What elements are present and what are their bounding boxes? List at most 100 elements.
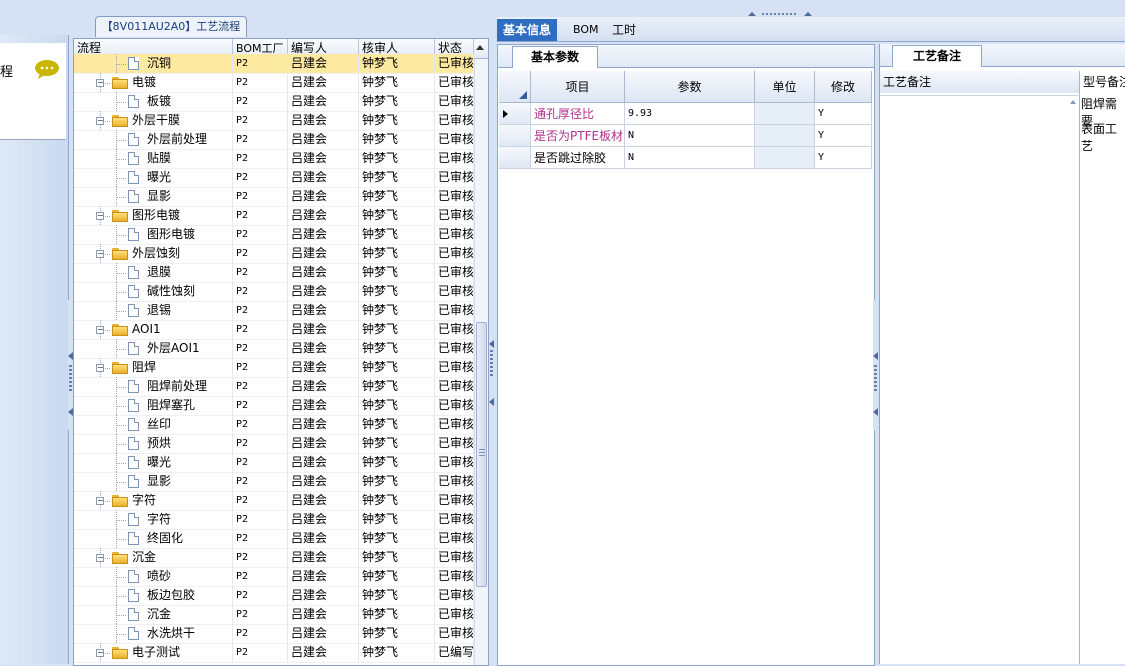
tree-step-row[interactable]: 沉金 P2 吕建会 钟梦飞 已审核: [74, 605, 474, 625]
collapse-toggle-icon[interactable]: −: [96, 364, 104, 372]
tree-step-row[interactable]: 预烘 P2 吕建会 钟梦飞 已审核: [74, 434, 474, 454]
tree-step-row[interactable]: 丝印 P2 吕建会 钟梦飞 已审核: [74, 415, 474, 435]
scrollbar-thumb[interactable]: [476, 322, 487, 587]
tree-name-cell[interactable]: − 电镀: [74, 73, 233, 92]
tree-step-row[interactable]: 阻焊前处理 P2 吕建会 钟梦飞 已审核: [74, 377, 474, 397]
tree-name-cell[interactable]: − 电子测试: [74, 643, 233, 662]
tree-name-cell[interactable]: 曝光: [74, 168, 233, 187]
col-header-model-notes[interactable]: 型号备注: [1080, 71, 1125, 93]
row-indicator[interactable]: [499, 125, 531, 147]
tree-group-row[interactable]: − 电镀 P2 吕建会 钟梦飞 已审核: [74, 73, 474, 93]
tree-step-row[interactable]: 喷砂 P2 吕建会 钟梦飞 已审核: [74, 567, 474, 587]
tree-title-tab[interactable]: 【8V011AU2A0】工艺流程: [95, 16, 247, 37]
tree-name-cell[interactable]: − AOI1: [74, 320, 233, 339]
tab-work-hours[interactable]: 工时: [606, 19, 642, 41]
tree-step-row[interactable]: 贴膜 P2 吕建会 钟梦飞 已审核: [74, 149, 474, 169]
col-header-param[interactable]: 参数: [625, 71, 755, 103]
tree-name-cell[interactable]: 终固化: [74, 529, 233, 548]
tree-name-cell[interactable]: 曝光: [74, 453, 233, 472]
tree-name-cell[interactable]: − 外层干膜: [74, 111, 233, 130]
tree-name-cell[interactable]: 显影: [74, 187, 233, 206]
param-unit-cell[interactable]: [755, 147, 815, 169]
param-modify-cell[interactable]: Y: [815, 147, 872, 169]
param-row[interactable]: 是否为PTFE板材 N Y: [499, 125, 872, 147]
tree-name-cell[interactable]: − 外层蚀刻: [74, 244, 233, 263]
tree-group-row[interactable]: − 阻焊 P2 吕建会 钟梦飞 已审核: [74, 358, 474, 378]
tree-step-row[interactable]: 曝光 P2 吕建会 钟梦飞 已审核: [74, 453, 474, 473]
tree-name-cell[interactable]: 沉铜: [74, 54, 233, 73]
chat-bubble-icon[interactable]: [34, 59, 60, 79]
param-item-cell[interactable]: 通孔厚径比: [531, 103, 625, 125]
tree-name-cell[interactable]: − 阻焊: [74, 358, 233, 377]
tree-name-cell[interactable]: 丝印: [74, 415, 233, 434]
col-header-unit[interactable]: 单位: [755, 71, 815, 103]
tree-group-row[interactable]: − 外层蚀刻 P2 吕建会 钟梦飞 已审核: [74, 244, 474, 264]
tree-name-cell[interactable]: − 图形电镀: [74, 206, 233, 225]
tree-step-row[interactable]: 碱性蚀刻 P2 吕建会 钟梦飞 已审核: [74, 282, 474, 302]
param-value-cell[interactable]: N: [625, 125, 755, 147]
tree-name-cell[interactable]: 显影: [74, 472, 233, 491]
tree-name-cell[interactable]: 预烘: [74, 434, 233, 453]
col-header-modify[interactable]: 修改: [815, 71, 872, 103]
tree-step-row[interactable]: 曝光 P2 吕建会 钟梦飞 已审核: [74, 168, 474, 188]
param-value-cell[interactable]: 9.93: [625, 103, 755, 125]
row-indicator[interactable]: [499, 147, 531, 169]
tree-name-cell[interactable]: 碱性蚀刻: [74, 282, 233, 301]
param-item-cell[interactable]: 是否为PTFE板材: [531, 125, 625, 147]
param-row[interactable]: 是否跳过除胶 N Y: [499, 147, 872, 169]
col-header-item[interactable]: 项目: [531, 71, 625, 103]
middle-splitter[interactable]: [489, 300, 495, 430]
tree-name-cell[interactable]: − 沉金: [74, 548, 233, 567]
collapse-toggle-icon[interactable]: −: [96, 554, 104, 562]
collapse-toggle-icon[interactable]: −: [96, 649, 104, 657]
tree-step-row[interactable]: 水洗烘干 P2 吕建会 钟梦飞 已审核: [74, 624, 474, 644]
tree-name-cell[interactable]: 阻焊塞孔: [74, 396, 233, 415]
collapse-toggle-icon[interactable]: −: [96, 79, 104, 87]
tree-group-row[interactable]: − 电子测试 P2 吕建会 钟梦飞 已编写: [74, 643, 474, 663]
param-unit-cell[interactable]: [755, 125, 815, 147]
tree-name-cell[interactable]: 外层前处理: [74, 130, 233, 149]
param-item-cell[interactable]: 是否跳过除胶: [531, 147, 625, 169]
scroll-up-arrow[interactable]: [474, 39, 487, 58]
tree-step-row[interactable]: 外层前处理 P2 吕建会 钟梦飞 已审核: [74, 130, 474, 150]
collapse-toggle-icon[interactable]: −: [96, 117, 104, 125]
col-header-process-notes[interactable]: 工艺备注: [880, 71, 1079, 93]
tree-name-cell[interactable]: 退膜: [74, 263, 233, 282]
tab-bom[interactable]: BOM: [567, 19, 605, 41]
top-splitter-grip[interactable]: [748, 12, 812, 18]
tree-group-row[interactable]: − 外层干膜 P2 吕建会 钟梦飞 已审核: [74, 111, 474, 131]
tree-step-row[interactable]: 退膜 P2 吕建会 钟梦飞 已审核: [74, 263, 474, 283]
tree-group-row[interactable]: − 图形电镀 P2 吕建会 钟梦飞 已审核: [74, 206, 474, 226]
tree-group-row[interactable]: − 字符 P2 吕建会 钟梦飞 已审核: [74, 491, 474, 511]
collapse-toggle-icon[interactable]: −: [96, 326, 104, 334]
tree-step-row[interactable]: 字符 P2 吕建会 钟梦飞 已审核: [74, 510, 474, 530]
param-modify-cell[interactable]: Y: [815, 125, 872, 147]
collapse-toggle-icon[interactable]: −: [96, 250, 104, 258]
tree-group-row[interactable]: − AOI1 P2 吕建会 钟梦飞 已审核: [74, 320, 474, 340]
tree-group-row[interactable]: − 沉金 P2 吕建会 钟梦飞 已审核: [74, 548, 474, 568]
param-modify-cell[interactable]: Y: [815, 103, 872, 125]
tree-step-row[interactable]: 退锡 P2 吕建会 钟梦飞 已审核: [74, 301, 474, 321]
param-row[interactable]: 通孔厚径比 9.93 Y: [499, 103, 872, 125]
tree-name-cell[interactable]: 退锡: [74, 301, 233, 320]
tree-step-row[interactable]: 显影 P2 吕建会 钟梦飞 已审核: [74, 472, 474, 492]
tree-step-row[interactable]: 沉铜 P2 吕建会 钟梦飞 已审核: [74, 54, 474, 74]
tree-step-row[interactable]: 图形电镀 P2 吕建会 钟梦飞 已审核: [74, 225, 474, 245]
tree-step-row[interactable]: 显影 P2 吕建会 钟梦飞 已审核: [74, 187, 474, 207]
tree-step-row[interactable]: 终固化 P2 吕建会 钟梦飞 已审核: [74, 529, 474, 549]
process-notes-textarea[interactable]: [880, 95, 1078, 665]
tab-basic-info[interactable]: 基本信息: [497, 19, 558, 41]
tree-step-row[interactable]: 板边包胶 P2 吕建会 钟梦飞 已审核: [74, 586, 474, 606]
tree-name-cell[interactable]: 阻焊前处理: [74, 377, 233, 396]
row-indicator[interactable]: [499, 103, 531, 125]
tree-name-cell[interactable]: 水洗烘干: [74, 624, 233, 643]
collapse-toggle-icon[interactable]: −: [96, 212, 104, 220]
tab-process-notes[interactable]: 工艺备注: [892, 45, 982, 67]
vertical-scrollbar[interactable]: [474, 59, 488, 665]
tab-basic-params[interactable]: 基本参数: [512, 46, 598, 68]
param-unit-cell[interactable]: [755, 103, 815, 125]
tree-step-row[interactable]: 阻焊塞孔 P2 吕建会 钟梦飞 已审核: [74, 396, 474, 416]
tree-name-cell[interactable]: 字符: [74, 510, 233, 529]
tree-step-row[interactable]: 板镀 P2 吕建会 钟梦飞 已审核: [74, 92, 474, 112]
tree-name-cell[interactable]: 贴膜: [74, 149, 233, 168]
